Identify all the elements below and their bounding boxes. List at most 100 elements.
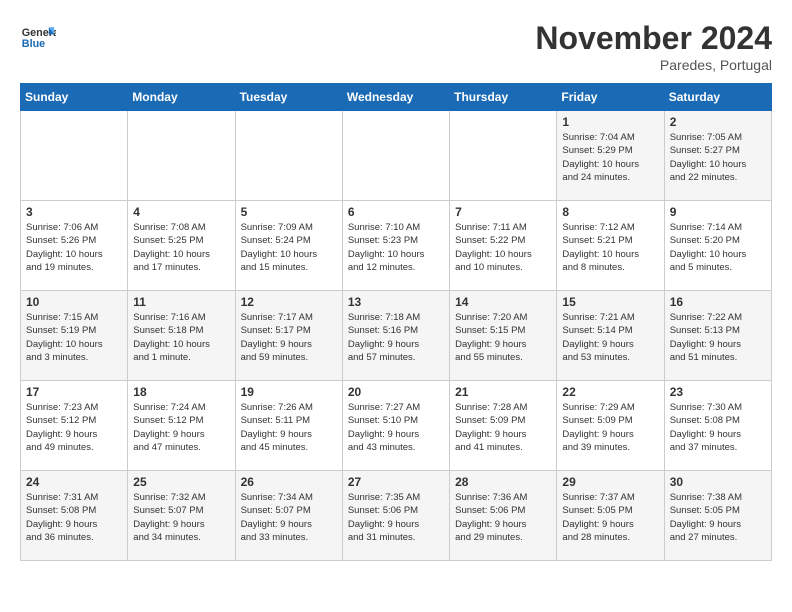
- title-block: November 2024 Paredes, Portugal: [535, 20, 772, 73]
- location-subtitle: Paredes, Portugal: [535, 57, 772, 73]
- day-number: 27: [348, 475, 444, 489]
- day-number: 15: [562, 295, 658, 309]
- calendar-cell: 29Sunrise: 7:37 AM Sunset: 5:05 PM Dayli…: [557, 471, 664, 561]
- calendar-cell: 22 Sunrise: 7:29 AM Sunset: 5:09 PM Dayli…: [557, 381, 664, 471]
- header-saturday: Saturday: [664, 84, 771, 111]
- day-number: 1: [562, 115, 658, 129]
- calendar-cell: 26 Sunrise: 7:34 AM Sunset: 5:07 PM Dayli…: [235, 471, 342, 561]
- calendar-cell: [235, 111, 342, 201]
- calendar-cell: 13Sunrise: 7:18 AM Sunset: 5:16 PM Dayli…: [342, 291, 449, 381]
- day-number: 21: [455, 385, 551, 399]
- day-number: 26: [241, 475, 337, 489]
- day-number: 28: [455, 475, 551, 489]
- day-number: 25: [133, 475, 229, 489]
- calendar-cell: 8 Sunrise: 7:12 AM Sunset: 5:21 PM Daylig…: [557, 201, 664, 291]
- logo: General Blue: [20, 20, 56, 56]
- calendar-cell: 17 Sunrise: 7:23 AM Sunset: 5:12 PM Dayli…: [21, 381, 128, 471]
- logo-icon: General Blue: [20, 20, 56, 56]
- day-info: Sunrise: 7:18 AM Sunset: 5:16 PM Dayligh…: [348, 311, 444, 364]
- calendar-header-row: SundayMondayTuesdayWednesdayThursdayFrid…: [21, 84, 772, 111]
- day-number: 14: [455, 295, 551, 309]
- calendar-cell: 28 Sunrise: 7:36 AM Sunset: 5:06 PM Dayli…: [450, 471, 557, 561]
- day-number: 3: [26, 205, 122, 219]
- day-number: 16: [670, 295, 766, 309]
- day-info: Sunrise: 7:31 AM Sunset: 5:08 PM Dayligh…: [26, 491, 122, 544]
- day-number: 4: [133, 205, 229, 219]
- day-info: Sunrise: 7:16 AM Sunset: 5:18 PM Dayligh…: [133, 311, 229, 364]
- calendar-cell: 23 Sunrise: 7:30 AM Sunset: 5:08 PM Dayli…: [664, 381, 771, 471]
- calendar-cell: [128, 111, 235, 201]
- calendar-cell: 21 Sunrise: 7:28 AM Sunset: 5:09 PM Dayli…: [450, 381, 557, 471]
- calendar-cell: 18 Sunrise: 7:24 AM Sunset: 5:12 PM Dayli…: [128, 381, 235, 471]
- calendar-week-2: 3 Sunrise: 7:06 AM Sunset: 5:26 PM Daylig…: [21, 201, 772, 291]
- header-sunday: Sunday: [21, 84, 128, 111]
- day-info: Sunrise: 7:17 AM Sunset: 5:17 PM Dayligh…: [241, 311, 337, 364]
- header-wednesday: Wednesday: [342, 84, 449, 111]
- calendar-cell: 15Sunrise: 7:21 AM Sunset: 5:14 PM Dayli…: [557, 291, 664, 381]
- day-number: 2: [670, 115, 766, 129]
- day-number: 23: [670, 385, 766, 399]
- calendar-cell: 14 Sunrise: 7:20 AM Sunset: 5:15 PM Dayli…: [450, 291, 557, 381]
- day-info: Sunrise: 7:34 AM Sunset: 5:07 PM Dayligh…: [241, 491, 337, 544]
- calendar-cell: 24 Sunrise: 7:31 AM Sunset: 5:08 PM Dayli…: [21, 471, 128, 561]
- day-info: Sunrise: 7:11 AM Sunset: 5:22 PM Dayligh…: [455, 221, 551, 274]
- day-info: Sunrise: 7:30 AM Sunset: 5:08 PM Dayligh…: [670, 401, 766, 454]
- day-number: 10: [26, 295, 122, 309]
- day-number: 6: [348, 205, 444, 219]
- calendar-week-4: 17 Sunrise: 7:23 AM Sunset: 5:12 PM Dayli…: [21, 381, 772, 471]
- day-number: 18: [133, 385, 229, 399]
- day-info: Sunrise: 7:36 AM Sunset: 5:06 PM Dayligh…: [455, 491, 551, 544]
- calendar-cell: [21, 111, 128, 201]
- header-thursday: Thursday: [450, 84, 557, 111]
- day-info: Sunrise: 7:37 AM Sunset: 5:05 PM Dayligh…: [562, 491, 658, 544]
- calendar-cell: 5 Sunrise: 7:09 AM Sunset: 5:24 PM Daylig…: [235, 201, 342, 291]
- calendar-cell: 4Sunrise: 7:08 AM Sunset: 5:25 PM Daylig…: [128, 201, 235, 291]
- day-number: 19: [241, 385, 337, 399]
- day-number: 12: [241, 295, 337, 309]
- day-info: Sunrise: 7:09 AM Sunset: 5:24 PM Dayligh…: [241, 221, 337, 274]
- day-number: 24: [26, 475, 122, 489]
- day-info: Sunrise: 7:23 AM Sunset: 5:12 PM Dayligh…: [26, 401, 122, 454]
- calendar-cell: 1 Sunrise: 7:04 AM Sunset: 5:29 PM Daylig…: [557, 111, 664, 201]
- calendar-table: SundayMondayTuesdayWednesdayThursdayFrid…: [20, 83, 772, 561]
- day-info: Sunrise: 7:28 AM Sunset: 5:09 PM Dayligh…: [455, 401, 551, 454]
- day-number: 20: [348, 385, 444, 399]
- day-number: 5: [241, 205, 337, 219]
- day-number: 7: [455, 205, 551, 219]
- day-info: Sunrise: 7:32 AM Sunset: 5:07 PM Dayligh…: [133, 491, 229, 544]
- day-info: Sunrise: 7:22 AM Sunset: 5:13 PM Dayligh…: [670, 311, 766, 364]
- calendar-week-1: 1 Sunrise: 7:04 AM Sunset: 5:29 PM Daylig…: [21, 111, 772, 201]
- header-tuesday: Tuesday: [235, 84, 342, 111]
- day-info: Sunrise: 7:14 AM Sunset: 5:20 PM Dayligh…: [670, 221, 766, 274]
- calendar-cell: 7 Sunrise: 7:11 AM Sunset: 5:22 PM Daylig…: [450, 201, 557, 291]
- day-info: Sunrise: 7:10 AM Sunset: 5:23 PM Dayligh…: [348, 221, 444, 274]
- calendar-cell: 30 Sunrise: 7:38 AM Sunset: 5:05 PM Dayli…: [664, 471, 771, 561]
- calendar-week-3: 10Sunrise: 7:15 AM Sunset: 5:19 PM Dayli…: [21, 291, 772, 381]
- day-info: Sunrise: 7:05 AM Sunset: 5:27 PM Dayligh…: [670, 131, 766, 184]
- day-info: Sunrise: 7:20 AM Sunset: 5:15 PM Dayligh…: [455, 311, 551, 364]
- day-number: 22: [562, 385, 658, 399]
- calendar-cell: 3 Sunrise: 7:06 AM Sunset: 5:26 PM Daylig…: [21, 201, 128, 291]
- day-info: Sunrise: 7:35 AM Sunset: 5:06 PM Dayligh…: [348, 491, 444, 544]
- day-number: 11: [133, 295, 229, 309]
- day-info: Sunrise: 7:12 AM Sunset: 5:21 PM Dayligh…: [562, 221, 658, 274]
- day-number: 30: [670, 475, 766, 489]
- day-number: 17: [26, 385, 122, 399]
- day-info: Sunrise: 7:24 AM Sunset: 5:12 PM Dayligh…: [133, 401, 229, 454]
- day-info: Sunrise: 7:38 AM Sunset: 5:05 PM Dayligh…: [670, 491, 766, 544]
- calendar-cell: 20 Sunrise: 7:27 AM Sunset: 5:10 PM Dayli…: [342, 381, 449, 471]
- calendar-cell: [342, 111, 449, 201]
- day-number: 9: [670, 205, 766, 219]
- day-info: Sunrise: 7:29 AM Sunset: 5:09 PM Dayligh…: [562, 401, 658, 454]
- day-info: Sunrise: 7:06 AM Sunset: 5:26 PM Dayligh…: [26, 221, 122, 274]
- calendar-cell: 9 Sunrise: 7:14 AM Sunset: 5:20 PM Daylig…: [664, 201, 771, 291]
- day-info: Sunrise: 7:04 AM Sunset: 5:29 PM Dayligh…: [562, 131, 658, 184]
- day-number: 8: [562, 205, 658, 219]
- calendar-week-5: 24 Sunrise: 7:31 AM Sunset: 5:08 PM Dayli…: [21, 471, 772, 561]
- calendar-cell: [450, 111, 557, 201]
- svg-text:Blue: Blue: [22, 38, 45, 50]
- calendar-cell: 2 Sunrise: 7:05 AM Sunset: 5:27 PM Daylig…: [664, 111, 771, 201]
- header-monday: Monday: [128, 84, 235, 111]
- header-friday: Friday: [557, 84, 664, 111]
- day-info: Sunrise: 7:27 AM Sunset: 5:10 PM Dayligh…: [348, 401, 444, 454]
